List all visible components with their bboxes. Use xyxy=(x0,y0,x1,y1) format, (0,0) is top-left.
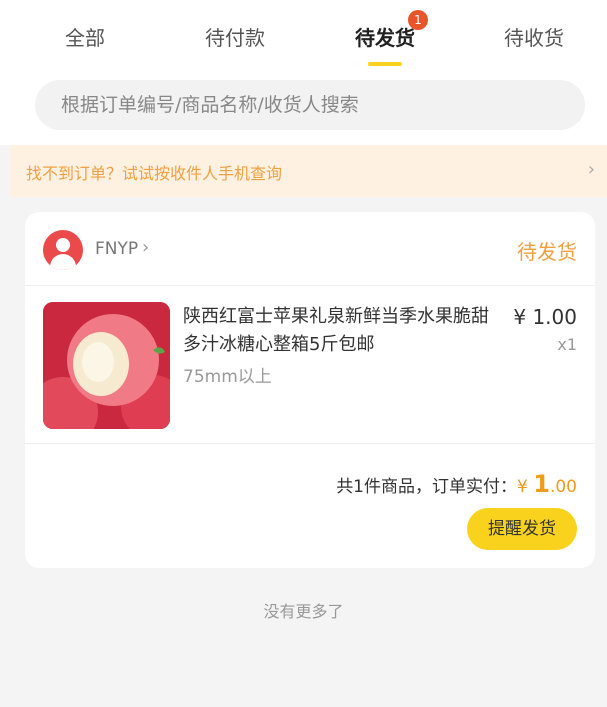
tab-badge: 1 xyxy=(408,10,428,30)
shop-name[interactable]: FNYP xyxy=(95,239,138,259)
active-tab-indicator xyxy=(368,62,402,66)
chevron-right-icon: › xyxy=(142,237,150,258)
phone-lookup-notice[interactable]: 找不到订单？试试按收件人手机查询 › xyxy=(10,145,607,197)
order-status: 待发货 xyxy=(517,240,577,264)
avatar-body xyxy=(50,254,76,270)
notice-text: 找不到订单？试试按收件人手机查询 xyxy=(26,164,283,183)
shop-row: FNYP › 待发货 xyxy=(25,212,595,286)
tab-pending-receipt[interactable]: 待收货 xyxy=(494,22,574,52)
order-tabs: 全部 待付款 待发货 1 待收货 xyxy=(0,0,607,72)
goods-item[interactable]: 陕西红富士苹果礼泉新鲜当季水果脆甜多汁冰糖心整箱5斤包邮 75mm以上 ¥ 1.… xyxy=(25,287,595,444)
avatar xyxy=(43,230,83,270)
order-summary: 共1件商品，订单实付：¥ 1.00 xyxy=(336,470,577,498)
apple-image xyxy=(43,302,170,429)
product-price: ¥ 1.00 xyxy=(513,305,577,329)
tab-pending-payment[interactable]: 待付款 xyxy=(195,22,275,52)
total-decimal: .00 xyxy=(549,477,577,497)
total-integer: 1 xyxy=(533,470,550,498)
total-currency: ¥ xyxy=(517,477,534,497)
tab-all[interactable]: 全部 xyxy=(45,22,125,52)
product-spec: 75mm以上 xyxy=(183,367,272,387)
product-image xyxy=(43,302,170,429)
avatar-head xyxy=(56,238,70,252)
product-quantity: x1 xyxy=(557,335,577,354)
product-title: 陕西红富士苹果礼泉新鲜当季水果脆甜多汁冰糖心整箱5斤包邮 xyxy=(183,306,489,355)
search-input[interactable]: 根据订单编号/商品名称/收货人搜索 xyxy=(35,80,585,130)
chevron-right-icon: › xyxy=(587,159,595,180)
order-card: FNYP › 待发货 陕西红富士苹果礼泉新鲜当季水果脆甜多汁冰糖心整箱5斤包邮 … xyxy=(25,212,595,568)
no-more-text: 没有更多了 xyxy=(263,602,344,621)
summary-label: 共1件商品，订单实付： xyxy=(336,477,518,497)
remind-shipment-button[interactable]: 提醒发货 xyxy=(467,508,577,550)
header: 全部 待付款 待发货 1 待收货 根据订单编号/商品名称/收货人搜索 xyxy=(0,0,607,145)
